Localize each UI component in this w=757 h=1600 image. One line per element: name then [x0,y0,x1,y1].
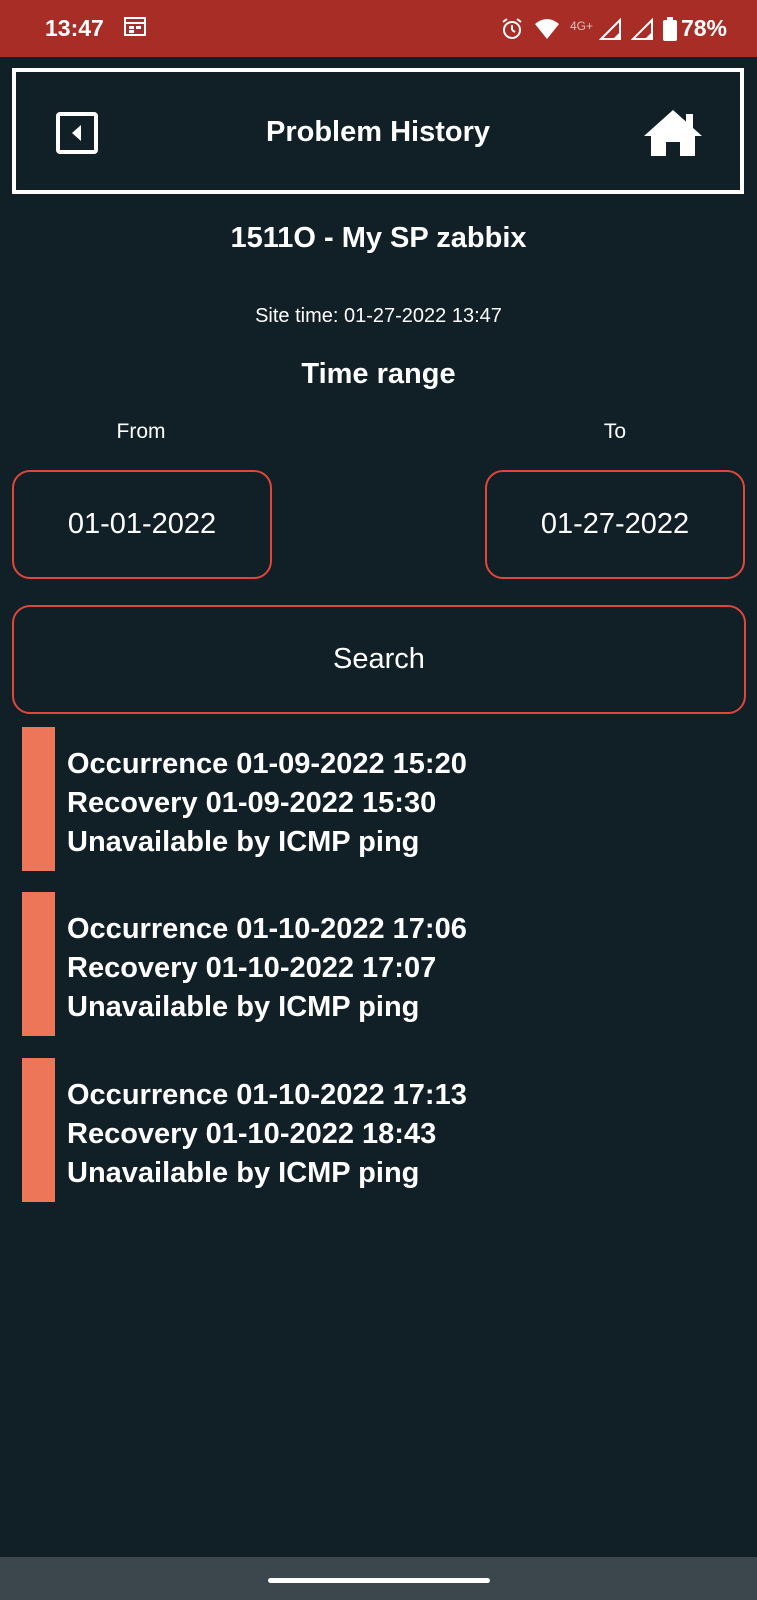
severity-bar [22,892,55,1036]
app-header: Problem History [12,68,744,194]
occurrence-text: Occurrence 01-10-2022 17:06 [67,913,467,945]
severity-bar [22,1058,55,1202]
alarm-icon [500,17,524,41]
to-label: To [603,420,627,443]
network-type: 4G+ [569,19,593,33]
problem-text: Occurrence 01-10-2022 17:13 Recovery 01-… [67,1076,467,1193]
status-bar: 13:47 4G+ 78% [0,0,757,57]
wifi-icon [534,18,560,40]
site-name: 1511O - My SP zabbix [230,222,527,254]
home-icon[interactable] [642,108,704,158]
problem-description: Unavailable by ICMP ping [67,1157,420,1189]
status-right: 4G+ 78% [490,15,727,42]
to-date-value: 01-27-2022 [540,508,690,540]
problem-description: Unavailable by ICMP ping [67,826,420,858]
search-button-label: Search [333,643,425,675]
battery-icon [662,16,677,41]
problem-text: Occurrence 01-10-2022 17:06 Recovery 01-… [67,910,467,1027]
occurrence-text: Occurrence 01-09-2022 15:20 [67,748,467,780]
search-button[interactable]: Search [12,605,746,714]
home-gesture-handle[interactable] [268,1578,490,1583]
page-title: Problem History [266,116,490,148]
signal-icon [630,17,653,40]
recovery-text: Recovery 01-10-2022 17:07 [67,952,437,984]
problem-item[interactable]: Occurrence 01-10-2022 17:13 Recovery 01-… [22,1058,722,1202]
status-left: 13:47 [45,15,146,42]
occurrence-text: Occurrence 01-10-2022 17:13 [67,1079,467,1111]
to-date-field[interactable]: 01-27-2022 [485,470,745,579]
from-date-field[interactable]: 01-01-2022 [12,470,272,579]
signal-icon [598,17,621,40]
battery-percent: 78% [680,15,727,41]
recovery-text: Recovery 01-09-2022 15:30 [67,787,437,819]
problem-item[interactable]: Occurrence 01-10-2022 17:06 Recovery 01-… [22,892,722,1036]
status-time: 13:47 [45,15,104,41]
problem-description: Unavailable by ICMP ping [67,991,420,1023]
time-range-title: Time range [301,358,456,390]
from-date-value: 01-01-2022 [67,508,217,540]
recovery-text: Recovery 01-10-2022 18:43 [67,1118,437,1150]
system-nav-bar [0,1557,757,1600]
from-label: From [116,420,166,443]
problem-item[interactable]: Occurrence 01-09-2022 15:20 Recovery 01-… [22,727,722,871]
site-time: Site time: 01-27-2022 13:47 [255,305,502,327]
severity-bar [22,727,55,871]
calendar-icon [123,15,146,42]
problem-text: Occurrence 01-09-2022 15:20 Recovery 01-… [67,745,467,862]
